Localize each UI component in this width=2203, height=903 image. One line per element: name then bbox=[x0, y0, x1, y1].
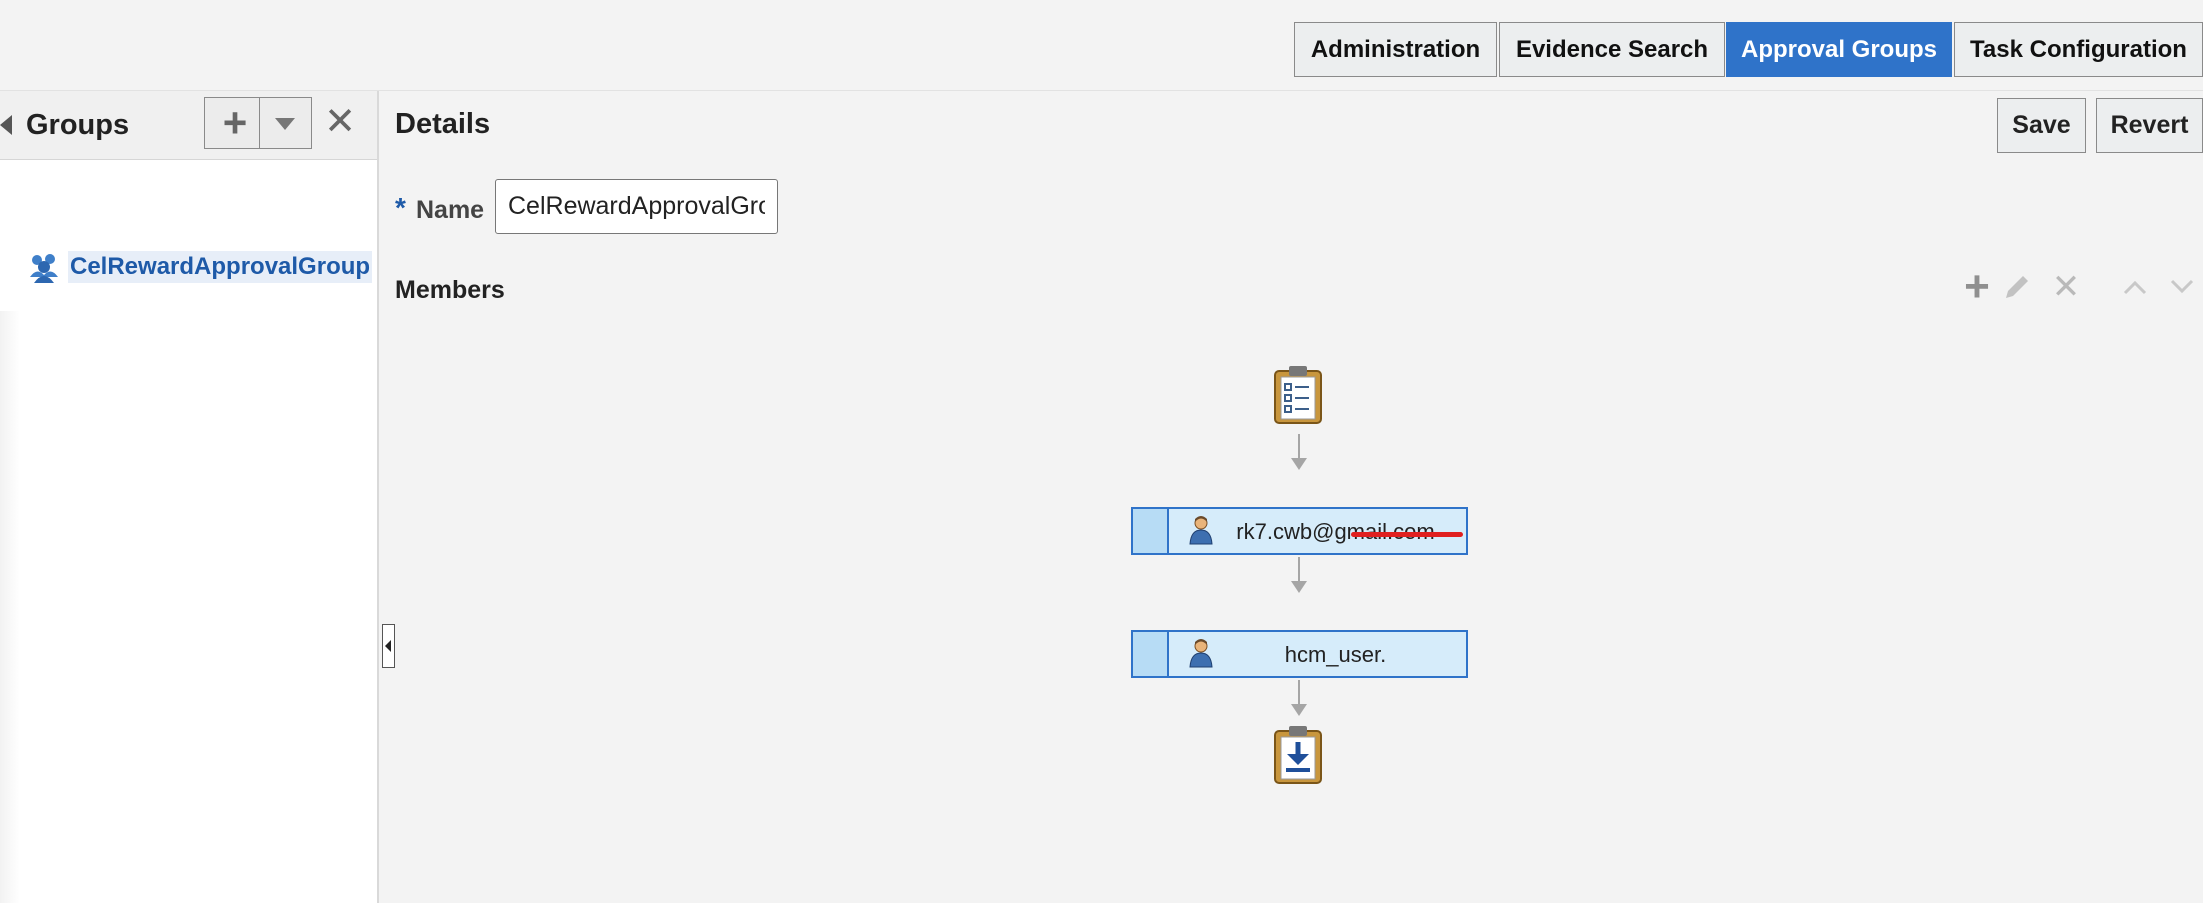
add-icon[interactable]: + bbox=[215, 100, 255, 146]
revert-button[interactable]: Revert bbox=[2096, 98, 2203, 153]
flow-arrowhead bbox=[1291, 581, 1307, 593]
add-member-icon[interactable]: + bbox=[1960, 262, 1994, 311]
groups-panel-header: Groups + ✕ bbox=[0, 91, 377, 160]
details-title: Details bbox=[395, 108, 491, 140]
collapse-triangle-icon[interactable] bbox=[0, 115, 12, 135]
button-separator bbox=[259, 98, 260, 148]
tab-approval-groups[interactable]: Approval Groups bbox=[1726, 22, 1952, 77]
move-down-icon[interactable] bbox=[2165, 270, 2199, 304]
top-tab-bar: Administration Evidence Search Approval … bbox=[0, 0, 2203, 91]
member-node-handle bbox=[1133, 509, 1169, 553]
flow-arrowhead bbox=[1291, 458, 1307, 470]
flow-arrow bbox=[1298, 557, 1300, 581]
group-icon bbox=[30, 254, 58, 283]
member-label: hcm_user. bbox=[1284, 642, 1387, 667]
groups-title: Groups bbox=[26, 109, 130, 141]
add-group-button-group: + bbox=[204, 97, 312, 149]
delete-icon[interactable]: ✕ bbox=[320, 99, 360, 145]
tab-task-configuration[interactable]: Task Configuration bbox=[1954, 22, 2203, 77]
tab-evidence-search[interactable]: Evidence Search bbox=[1499, 22, 1725, 77]
member-node-handle bbox=[1133, 632, 1169, 676]
dropdown-arrow-icon[interactable] bbox=[275, 118, 295, 130]
group-list-item[interactable]: CelRewardApprovalGroup bbox=[28, 251, 373, 283]
delete-member-icon[interactable]: ✕ bbox=[2049, 268, 2083, 306]
members-title: Members bbox=[395, 276, 505, 304]
flow-arrowhead bbox=[1291, 704, 1307, 716]
name-label: Name bbox=[416, 196, 485, 224]
required-marker: * bbox=[395, 192, 406, 223]
flow-arrow bbox=[1298, 680, 1300, 704]
panel-shadow bbox=[0, 311, 20, 903]
groups-panel: Groups + ✕ CelRewardApprovalGroup bbox=[0, 91, 379, 903]
groups-filter-area bbox=[0, 160, 376, 240]
collapse-panel-icon[interactable] bbox=[382, 624, 395, 668]
clipboard-end-icon bbox=[1274, 726, 1322, 784]
member-node[interactable]: hcm_user. bbox=[1131, 630, 1468, 678]
group-label[interactable]: CelRewardApprovalGroup bbox=[68, 251, 373, 283]
tab-administration[interactable]: Administration bbox=[1294, 22, 1497, 77]
clipboard-start-icon bbox=[1274, 366, 1322, 424]
move-up-icon[interactable] bbox=[2118, 270, 2152, 304]
member-node[interactable]: rk7.cwb@gmail.com bbox=[1131, 507, 1468, 555]
edit-icon[interactable] bbox=[2000, 270, 2034, 304]
flow-arrow bbox=[1298, 434, 1300, 458]
save-button[interactable]: Save bbox=[1997, 98, 2086, 153]
redaction-mark bbox=[1351, 532, 1463, 537]
name-input[interactable] bbox=[495, 179, 778, 234]
